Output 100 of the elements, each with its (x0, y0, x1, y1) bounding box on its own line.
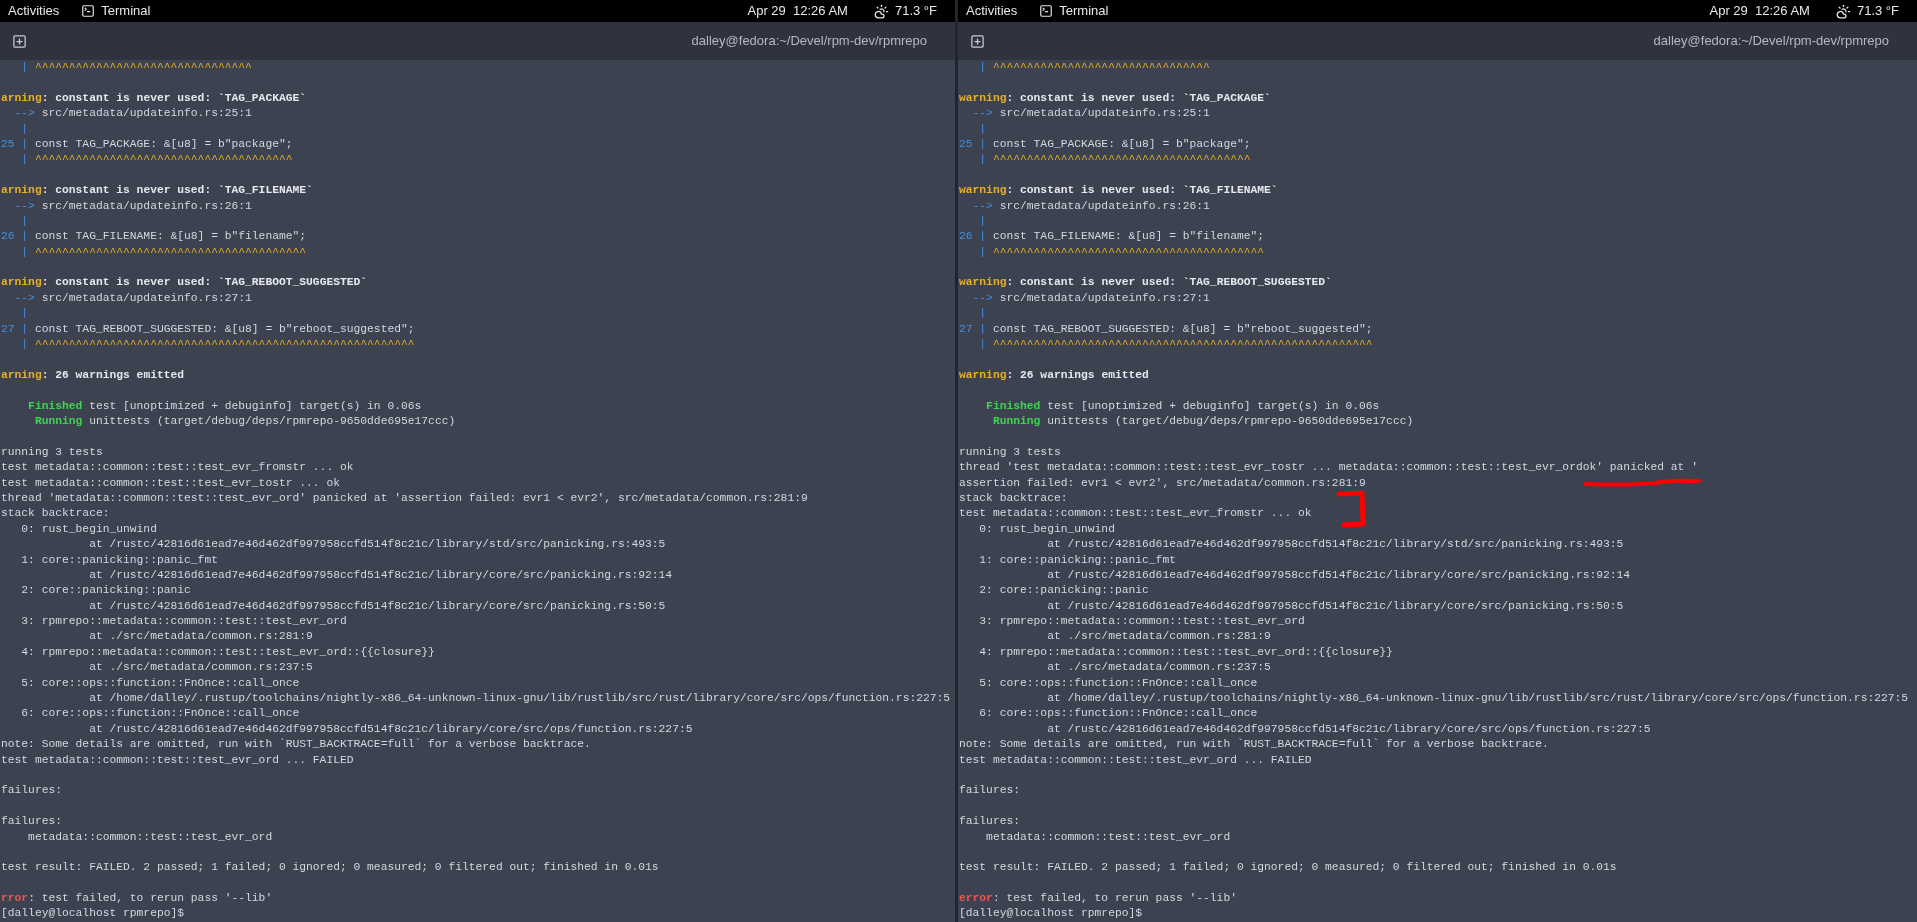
terminal-text: at /rustc/42816d61ead7e46d462df997958ccfd514f8c21c/library/core/src/panicking.rs:50:5 (1046, 599, 1624, 612)
terminal-text: 6: core::ops::function::FnOnce::call_once (20, 707, 300, 720)
warning-message: : 26 warnings emitted (1006, 368, 1149, 381)
terminal-text: failures: (1, 815, 62, 828)
terminal-text: failures: (1, 784, 62, 797)
warning-message: : constant is never used: `TAG_FILENAME` (41, 184, 313, 197)
terminal-text: src/metadata/updateinfo.rs:26:1 (40, 199, 252, 212)
terminal-text: 6: core::ops::function::FnOnce::call_once (978, 707, 1258, 720)
warning-label: warning (959, 184, 1007, 197)
activities-button[interactable]: Activities (8, 1, 60, 21)
terminal-text: at /rustc/42816d61ead7e46d462df997958ccfd514f8c21c/library/std/src/panicking.rs:493:5 (88, 538, 666, 551)
terminal-text: const TAG_PACKAGE: &[u8] = b"package"; (991, 137, 1251, 150)
terminal-text: 0: rust_begin_unwind (978, 522, 1115, 535)
activities-button[interactable]: Activities (966, 1, 1018, 21)
caret-underline: ^^^^^^^^^^^^^^^^^^^^^^^^^^^^^^^^ (992, 61, 1210, 73)
line-gutter: | (20, 122, 29, 135)
terminal-text: note: Some details are omitted, run with `RUST_BACKTRACE=full` for a verbose backtrace. (959, 738, 1549, 751)
warning-label: warning (959, 91, 1007, 104)
clock[interactable]: Apr 29 12:26 AM (747, 1, 848, 21)
line-gutter: 25 | (1, 137, 29, 150)
terminal-text: stack backtrace: (1, 507, 110, 520)
line-gutter: | (978, 153, 988, 166)
error-label: error (959, 892, 993, 905)
terminal-text: test result: FAILED. 2 passed; 1 failed; 0 ignored; 0 measured; 0 filtered out; finished in 0.01s (959, 861, 1617, 874)
caret-underline: ^^^^^^^^^^^^^^^^^^^^^^^^^^^^^^^^^^^^^^^^ (992, 245, 1265, 258)
status-label: Finished (985, 399, 1041, 412)
app-menu[interactable]: Terminal (101, 1, 151, 21)
terminal-text: test result: FAILED. 2 passed; 1 failed; 0 ignored; 0 measured; 0 filtered out; finished in 0.01s (1, 861, 659, 874)
error-label: rror (1, 892, 29, 905)
terminal-text: 2: core::panicking::panic (978, 584, 1149, 597)
line-gutter: --> (971, 291, 993, 304)
warning-label: arning (1, 91, 42, 104)
line-gutter: | (978, 338, 988, 351)
terminal-text: 1: core::panicking::panic_fmt (978, 553, 1176, 566)
new-tab-icon[interactable] (970, 33, 985, 49)
terminal-text: : test failed, to rerun pass '--lib' (28, 892, 273, 905)
terminal-text: 0: rust_begin_unwind (20, 522, 157, 535)
terminal-text: 4: rpmrepo::metadata::common::test::test_evr_ord::{{closure}} (978, 645, 1393, 658)
warning-message: : constant is never used: `TAG_REBOOT_SUGGESTED` (1006, 276, 1332, 289)
window-title: dalley@fedora:~/Devel/rpm-dev/rpmrepo (691, 32, 927, 51)
terminal-text: src/metadata/updateinfo.rs:27:1 (998, 291, 1210, 304)
line-gutter: | (978, 122, 987, 135)
line-gutter: --> (13, 291, 35, 304)
warning-message: : constant is never used: `TAG_PACKAGE` (1006, 91, 1271, 104)
warning-message: : constant is never used: `TAG_FILENAME` (1006, 184, 1278, 197)
warning-label: warning (959, 276, 1007, 289)
terminal-text: failures: (959, 815, 1020, 828)
terminal-text: 5: core::ops::function::FnOnce::call_once (20, 676, 300, 689)
weather-icon (873, 3, 889, 19)
terminal-text: thread 'test metadata::common::test::test_evr_tostr ... metadata::common::test::test_evr_ordok' panicked at ' (959, 461, 1698, 474)
warning-label: arning (1, 368, 42, 381)
terminal-text: const TAG_FILENAME: &[u8] = b"filename"; (991, 230, 1265, 243)
terminal-text: 4: rpmrepo::metadata::common::test::test_evr_ord::{{closure}} (20, 645, 435, 658)
warning-label: arning (1, 184, 42, 197)
caret-underline: ^^^^^^^^^^^^^^^^^^^^^^^^^^^^^^^^^^^^^^^^^^^^^^^^^^^^^^^^ (34, 338, 415, 351)
terminal-text: at ./src/metadata/common.rs:237:5 (1046, 661, 1271, 674)
caret-underline: ^^^^^^^^^^^^^^^^^^^^^^^^^^^^^^^^^^^^^^ (34, 153, 293, 166)
terminal-text: test metadata::common::test::test_evr_tostr ... ok (1, 476, 340, 489)
line-gutter: --> (13, 107, 35, 120)
status-label: Finished (27, 399, 83, 412)
terminal-text: src/metadata/updateinfo.rs:25:1 (40, 107, 252, 120)
terminal-text: [dalley@localhost rpmrepo]$ (959, 907, 1143, 920)
line-gutter: | (20, 307, 29, 320)
terminal-text: metadata::common::test::test_evr_ord (27, 830, 273, 843)
terminal-text: at ./src/metadata/common.rs:281:9 (88, 630, 313, 643)
temperature[interactable]: 71.3 °F (894, 1, 937, 21)
terminal-text: test [unoptimized + debuginfo] target(s) in 0.06s (1046, 399, 1380, 412)
terminal-text: const TAG_REBOOT_SUGGESTED: &[u8] = b"reboot_suggested"; (991, 322, 1373, 335)
line-gutter: 26 | (959, 230, 987, 243)
new-tab-icon[interactable] (12, 33, 27, 49)
terminal-text: 3: rpmrepo::metadata::common::test::test_evr_ord (20, 615, 347, 628)
terminal-text: stack backtrace: (959, 491, 1068, 504)
terminal-text: src/metadata/updateinfo.rs:27:1 (40, 291, 252, 304)
terminal-text: at ./src/metadata/common.rs:237:5 (88, 661, 313, 674)
warning-message: : constant is never used: `TAG_PACKAGE` (41, 91, 307, 104)
terminal-text: 2: core::panicking::panic (20, 584, 191, 597)
terminal-text: failures: (959, 784, 1020, 797)
terminal-text: : test failed, to rerun pass '--lib' (992, 892, 1237, 905)
warning-label: arning (1, 276, 42, 289)
app-menu[interactable]: Terminal (1059, 1, 1109, 21)
terminal-text: test metadata::common::test::test_evr_ord ... FAILED (1, 753, 354, 766)
clock[interactable]: Apr 29 12:26 AM (1709, 1, 1810, 21)
terminal-text: assertion failed: evr1 < evr2', src/metadata/common.rs:281:9 (959, 476, 1366, 489)
terminal-text: test metadata::common::test::test_evr_fromstr ... ok (959, 507, 1312, 520)
terminal-text: 5: core::ops::function::FnOnce::call_once (978, 676, 1258, 689)
terminal-text: at /rustc/42816d61ead7e46d462df997958ccfd514f8c21c/library/core/src/ops/function.rs:227:5 (1046, 722, 1651, 735)
terminal-text: unittests (target/debug/deps/rpmrepo-9650dde695e17ccc) (88, 415, 456, 427)
terminal-text: note: Some details are omitted, run with `RUST_BACKTRACE=full` for a verbose backtrace. (1, 738, 591, 751)
terminal-text: 1: core::panicking::panic_fmt (20, 553, 218, 566)
status-label: Running (991, 415, 1041, 427)
terminal-text: [dalley@localhost rpmrepo]$ (1, 907, 185, 920)
caret-underline: ^^^^^^^^^^^^^^^^^^^^^^^^^^^^^^^^^^^^^^^^ (34, 245, 307, 258)
terminal-text: unittests (target/debug/deps/rpmrepo-9650dde695e17ccc) (1046, 415, 1414, 427)
temperature[interactable]: 71.3 °F (1856, 1, 1899, 21)
terminal-text: test metadata::common::test::test_evr_ord ... FAILED (959, 753, 1312, 766)
warning-label: warning (959, 368, 1007, 381)
line-gutter: --> (13, 199, 35, 212)
caret-underline: ^^^^^^^^^^^^^^^^^^^^^^^^^^^^^^^^ (34, 61, 252, 73)
window-title: dalley@fedora:~/Devel/rpm-dev/rpmrepo (1653, 32, 1889, 51)
terminal-icon (81, 4, 96, 18)
